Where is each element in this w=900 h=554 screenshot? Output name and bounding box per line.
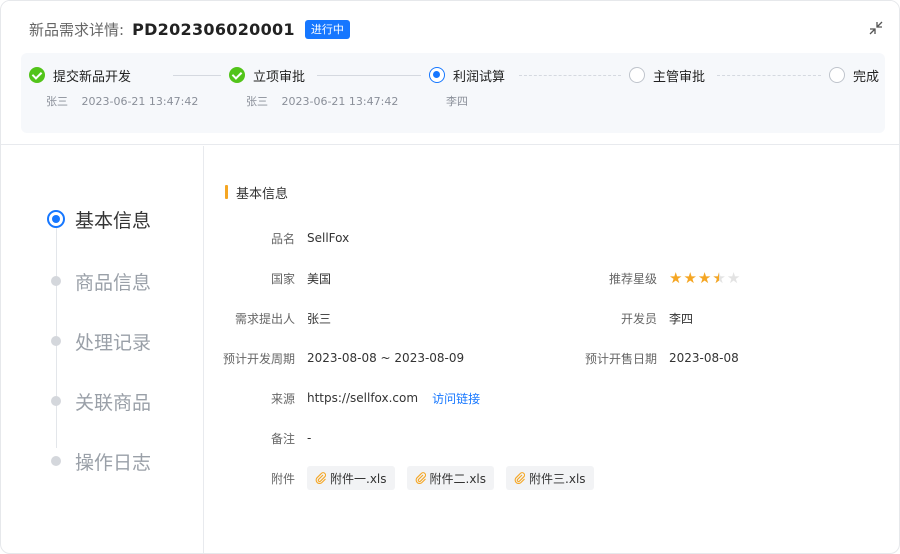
nav-item-product-info[interactable]: 商品信息	[47, 267, 151, 295]
step-finish: 完成	[829, 66, 880, 85]
step-connector	[717, 75, 821, 76]
pending-step-icon	[629, 67, 645, 83]
step-title: 主管审批	[653, 69, 706, 85]
field-value: 李四	[669, 311, 694, 326]
attachment-file[interactable]: 附件三.xls	[506, 466, 594, 490]
nav-label: 处理记录	[75, 331, 152, 354]
field-label: 来源	[270, 391, 295, 406]
header: 新品需求详情: PD202306020001 进行中 提交新品开发 张三 202…	[1, 1, 899, 145]
nav-dot	[51, 276, 61, 286]
nav-item-basic-info[interactable]: 基本信息	[47, 205, 151, 233]
section-title-text: 基本信息	[236, 186, 289, 202]
field-rating: 推荐星级 ★ ★ ★ ★ ★	[557, 268, 741, 288]
title-row: 新品需求详情: PD202306020001 进行中	[29, 17, 350, 41]
anchor-nav: 基本信息 商品信息 处理记录 关联商品 操作日志	[1, 146, 204, 553]
field-value: https://sellfox.com 访问链接	[307, 390, 480, 407]
field-value: -	[307, 431, 312, 445]
step-desc: 张三 2023-06-21 13:47:42	[246, 93, 398, 109]
field-remark: 备注 -	[205, 428, 311, 448]
field-requester: 需求提出人 张三	[205, 308, 331, 328]
attachment-list: 附件一.xls 附件二.xls 附件三.xls	[307, 466, 606, 490]
section-accent-bar	[225, 185, 228, 199]
check-circle-icon	[229, 67, 245, 83]
nav-dot-active	[47, 210, 65, 228]
source-url: https://sellfox.com	[307, 391, 419, 405]
step-title: 立项审批	[253, 69, 306, 85]
visit-link[interactable]: 访问链接	[432, 390, 480, 407]
step-approval: 立项审批 张三 2023-06-21 13:47:42	[229, 66, 398, 109]
field-label: 预计开售日期	[584, 351, 657, 366]
field-value: 张三	[307, 311, 332, 326]
star-icon: ★	[712, 270, 725, 286]
attachment-file[interactable]: 附件二.xls	[406, 466, 495, 490]
nav-label: 操作日志	[75, 451, 152, 474]
detail-window: 新品需求详情: PD202306020001 进行中 提交新品开发 张三 202…	[0, 0, 900, 554]
active-step-icon	[429, 67, 445, 83]
main-content: 基本信息 品名 SellFox 国家 美国 推荐星级 ★★★★★ 需求提出人 张…	[205, 146, 899, 553]
field-name: 品名 SellFox	[205, 228, 349, 248]
field-label: 预计开发周期	[222, 351, 295, 366]
nav-label: 基本信息	[75, 209, 152, 232]
collapse-arrows-icon[interactable]	[869, 21, 883, 35]
field-label: 需求提出人	[234, 311, 295, 326]
nav-item-related[interactable]: 关联商品	[47, 387, 151, 415]
attachment-name: 附件三.xls	[529, 471, 586, 486]
step-profit: 利润试算 李四	[429, 66, 505, 109]
step-submit: 提交新品开发 张三 2023-06-21 13:47:42	[29, 66, 198, 109]
attachment-name: 附件一.xls	[330, 471, 387, 486]
field-sale-date: 预计开售日期 2023-08-08	[557, 348, 739, 368]
attachment-file[interactable]: 附件一.xls	[307, 466, 395, 490]
paperclip-icon	[315, 472, 326, 484]
nav-item-records[interactable]: 处理记录	[47, 327, 151, 355]
field-value: 2023-08-08 ~ 2023-08-09	[307, 351, 465, 365]
step-person: 张三	[46, 95, 68, 108]
step-desc: 李四	[446, 93, 505, 109]
step-title: 利润试算	[453, 69, 506, 85]
step-time: 2023-06-21 13:47:42	[81, 95, 199, 108]
nav-dot	[51, 336, 61, 346]
field-value: SellFox	[307, 231, 350, 245]
field-country: 国家 美国	[205, 268, 331, 288]
status-badge: 进行中	[304, 19, 350, 39]
field-label: 开发员	[620, 311, 657, 326]
nav-dot	[51, 396, 61, 406]
step-desc: 张三 2023-06-21 13:47:42	[46, 93, 198, 109]
step-person: 张三	[246, 95, 268, 108]
star-rating: ★ ★ ★ ★ ★	[669, 268, 741, 287]
step-connector	[519, 75, 621, 76]
field-label: 推荐星级	[608, 271, 657, 286]
nav-dot	[51, 456, 61, 466]
check-circle-icon	[29, 67, 45, 83]
field-value: 2023-08-08	[669, 351, 739, 365]
section-title: 基本信息	[225, 184, 289, 202]
field-label: 品名	[270, 231, 295, 246]
star-icon: ★	[726, 268, 741, 287]
nav-label: 商品信息	[75, 271, 152, 294]
step-title: 完成	[853, 69, 880, 85]
field-source: 来源 https://sellfox.com 访问链接	[205, 388, 480, 408]
nav-item-logs[interactable]: 操作日志	[47, 447, 151, 475]
field-label: 国家	[270, 271, 295, 286]
field-value: 美国	[307, 271, 332, 286]
paperclip-icon	[514, 472, 526, 484]
field-attachments: 附件 附件一.xls 附件二.xls 附件三.xls	[205, 465, 606, 491]
field-label: 备注	[270, 431, 295, 446]
progress-steps: 提交新品开发 张三 2023-06-21 13:47:42 立项审批 张三 20…	[21, 53, 885, 133]
field-developer: 开发员 李四	[557, 308, 693, 328]
star-icon: ★	[669, 268, 683, 287]
pending-step-icon	[829, 67, 845, 83]
star-icon: ★	[697, 268, 712, 287]
step-title: 提交新品开发	[53, 69, 132, 85]
step-manager: 主管审批	[629, 66, 706, 85]
attachment-name: 附件二.xls	[429, 471, 487, 486]
demand-code: PD202306020001	[132, 19, 295, 39]
field-label: 附件	[270, 471, 295, 486]
nav-label: 关联商品	[75, 391, 152, 414]
step-person: 李四	[446, 95, 468, 108]
field-dev-period: 预计开发周期 2023-08-08 ~ 2023-08-09	[205, 348, 464, 368]
step-time: 2023-06-21 13:47:42	[281, 95, 399, 108]
paperclip-icon	[415, 472, 426, 484]
star-icon: ★	[683, 268, 697, 287]
title-label: 新品需求详情:	[29, 20, 125, 39]
